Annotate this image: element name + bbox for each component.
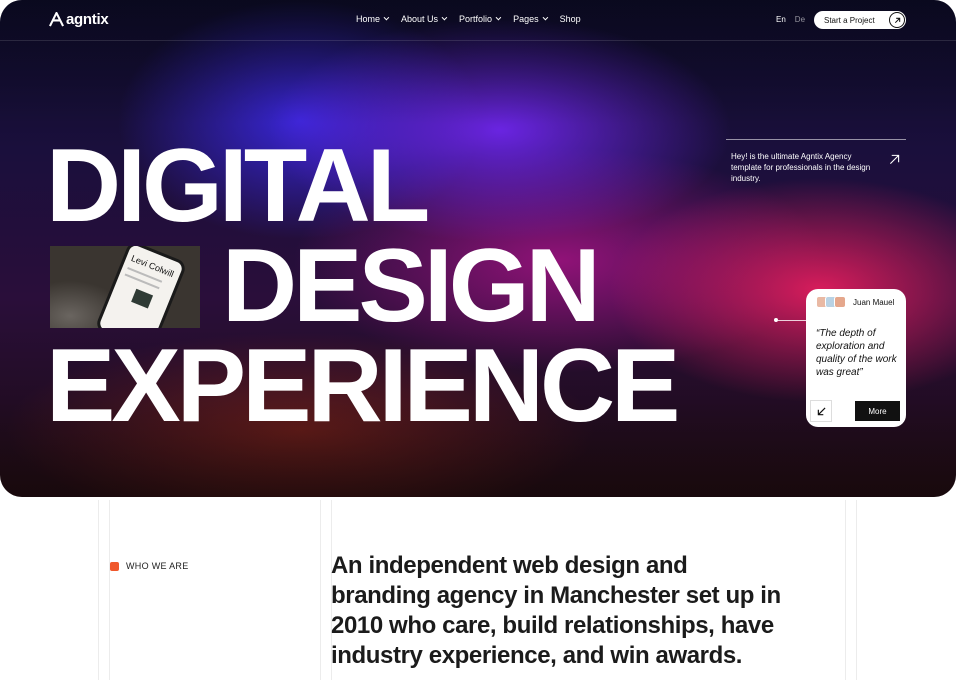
hero-tagline: Hey! is the ultimate Agntix Agency templ… — [726, 139, 906, 183]
menu-item-shop[interactable]: Shop — [560, 14, 581, 24]
headline-line-3: EXPERIENCE — [46, 328, 680, 444]
phone-card — [131, 288, 154, 309]
testimonial-quote: “The depth of exploration and quality of… — [816, 328, 897, 378]
phone-title: Levi Colwill — [129, 253, 176, 280]
avatar-group — [816, 296, 846, 308]
section-label-text: WHO WE ARE — [126, 561, 189, 571]
chevron-down-icon — [495, 14, 502, 21]
more-button[interactable]: More — [855, 401, 900, 421]
menu-item-about-us[interactable]: About Us — [401, 14, 448, 24]
menu-item-label: Pages — [513, 14, 539, 24]
connector-line — [778, 320, 808, 321]
menu-item-label: Shop — [559, 14, 581, 24]
language-switcher: En De — [776, 15, 805, 24]
chevron-down-icon — [441, 14, 448, 21]
menu-item-label: About Us — [401, 14, 439, 24]
reviewer-name: Juan Mauel — [853, 298, 895, 307]
language-de[interactable]: De — [795, 15, 805, 24]
tagline-text: Hey! is the ultimate Agntix Agency templ… — [731, 152, 871, 183]
headline-line-2: DESIGN — [222, 228, 601, 344]
start-project-button[interactable]: Start a Project — [814, 11, 906, 29]
language-en[interactable]: En — [776, 15, 786, 24]
headline-line-1: DIGITAL — [46, 128, 430, 244]
arrow-up-right-icon[interactable] — [889, 154, 900, 165]
arrow-down-left-icon — [817, 406, 826, 415]
avatar — [834, 296, 846, 308]
phone-mockup: Levi Colwill — [94, 246, 188, 328]
guide-line — [845, 500, 846, 680]
chevron-down-icon — [542, 14, 548, 21]
label-dot — [110, 561, 119, 571]
logo-icon — [49, 12, 64, 27]
connector-dot — [774, 318, 778, 322]
hero-section: agntix Home About Us Portfolio Pages Sho… — [0, 0, 956, 497]
start-project-label: Start a Project — [824, 15, 875, 25]
chevron-down-icon — [383, 14, 390, 21]
main-menu: Home About Us Portfolio Pages Shop — [356, 14, 581, 24]
menu-item-home[interactable]: Home — [356, 14, 390, 24]
phone-line — [124, 273, 160, 290]
arrow-up-right-icon — [889, 12, 905, 28]
guide-line — [320, 500, 321, 680]
top-nav: agntix Home About Us Portfolio Pages Sho… — [0, 0, 956, 41]
guide-line — [98, 500, 99, 680]
about-text: An independent web design and branding a… — [331, 552, 781, 669]
testimonial-prev-button[interactable] — [810, 400, 832, 422]
menu-item-label: Portfolio — [459, 14, 493, 24]
guide-line — [109, 500, 110, 680]
brand-logo[interactable]: agntix — [49, 11, 109, 28]
testimonial-card: Juan Mauel “The depth of exploration and… — [806, 289, 906, 427]
brand-name: agntix — [66, 11, 109, 28]
section-label: WHO WE ARE — [110, 561, 189, 571]
guide-line — [856, 500, 857, 680]
menu-item-pages[interactable]: Pages — [513, 14, 548, 24]
menu-item-portfolio[interactable]: Portfolio — [459, 14, 502, 24]
menu-item-label: Home — [356, 14, 381, 24]
hero-thumbnail: Levi Colwill — [50, 246, 200, 328]
